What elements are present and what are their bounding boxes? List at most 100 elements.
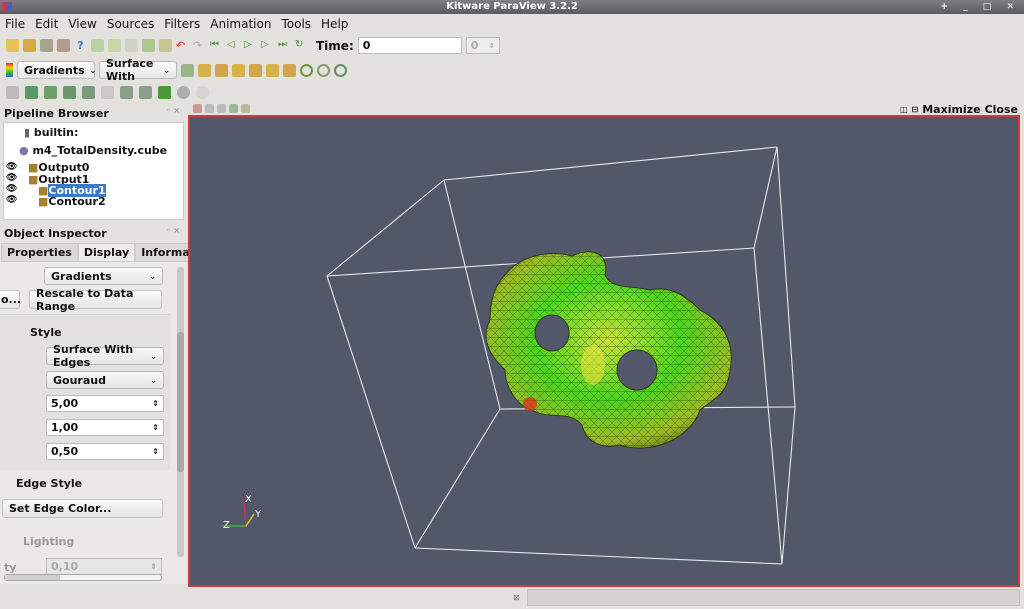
calculator-icon[interactable] — [6, 86, 19, 99]
menu-sources[interactable]: Sources — [107, 17, 154, 31]
split-horizontal-icon[interactable]: ◫ — [900, 105, 908, 114]
panel-float-close-icon[interactable]: ◦ × — [166, 226, 180, 235]
opacity-value: 0,50 — [51, 445, 79, 458]
specular-label: ty — [4, 561, 17, 574]
play-icon[interactable]: ▷ — [244, 39, 257, 52]
previous-frame-icon[interactable]: ◁ — [227, 39, 240, 52]
time-label: Time: — [316, 38, 354, 53]
vertical-scrollbar[interactable] — [177, 267, 184, 557]
select-frustum-icon[interactable] — [142, 39, 155, 52]
threshold-icon[interactable] — [82, 86, 95, 99]
rescale-button[interactable]: Rescale to Data Range — [29, 287, 162, 313]
panel-float-close-icon[interactable]: ◦ × — [166, 106, 180, 115]
abort-icon[interactable]: ⊠ — [513, 593, 520, 602]
view-y-minus-icon[interactable] — [249, 63, 262, 77]
contour-surface — [485, 251, 732, 449]
object-inspector-title: Object Inspector — [4, 227, 107, 240]
scene[interactable]: X Y Z — [190, 117, 1018, 585]
orient-icon[interactable] — [334, 63, 347, 77]
view-x-minus-icon[interactable] — [215, 63, 228, 77]
representation-select[interactable]: Surface With Edges ⌄ — [46, 343, 164, 369]
stream-tracer-icon[interactable] — [139, 86, 152, 99]
loop-icon[interactable]: ↻ — [295, 39, 308, 52]
line-width-spinbox[interactable]: 1,00 ⇕ — [46, 419, 164, 436]
display-properties-panel: Gradients ⌄ o... Rescale to Data Range St… — [0, 262, 186, 584]
color-by-select[interactable]: Gradients ⌄ — [17, 61, 96, 79]
save-icon[interactable] — [23, 39, 36, 52]
view-z-minus-icon[interactable] — [283, 63, 296, 77]
disconnect-icon[interactable] — [57, 39, 70, 52]
select-block-icon[interactable] — [159, 39, 172, 52]
server-icon: ▮ — [24, 126, 31, 139]
last-frame-icon[interactable]: ⏭ — [278, 39, 291, 52]
orientation-axes: X Y Z — [222, 494, 262, 531]
view-z-plus-icon[interactable] — [266, 63, 279, 77]
edit-color-map-button[interactable]: o... — [0, 290, 21, 309]
help-icon[interactable]: ? — [74, 39, 87, 52]
select-icon[interactable] — [108, 39, 121, 52]
group-icon[interactable] — [177, 86, 190, 99]
interpolation-value: Gouraud — [53, 373, 106, 387]
split-vertical-icon[interactable]: ⊟ — [912, 105, 919, 114]
view-icon[interactable] — [217, 104, 226, 113]
pipeline-item-builtin[interactable]: ▮ builtin: — [24, 126, 78, 139]
set-edge-color-button[interactable]: Set Edge Color... — [2, 499, 163, 518]
point-size-value: 5,00 — [51, 397, 79, 410]
time-input[interactable]: 0 — [357, 37, 462, 54]
menu-animation[interactable]: Animation — [210, 17, 271, 31]
horizontal-scrollbar[interactable] — [4, 574, 162, 581]
extract-icon[interactable] — [101, 86, 114, 99]
select-points-icon[interactable] — [125, 39, 138, 52]
tab-display[interactable]: Display — [77, 243, 136, 262]
open-icon[interactable] — [6, 39, 19, 52]
menu-edit[interactable]: Edit — [35, 17, 58, 31]
opacity-spinbox[interactable]: 0,50 ⇕ — [46, 443, 164, 460]
render-view[interactable]: X Y Z — [188, 115, 1020, 587]
color-by-select[interactable]: Gradients ⌄ — [44, 267, 163, 285]
view-icon[interactable] — [241, 104, 250, 113]
representation-value: Surface With Edges — [53, 343, 134, 369]
visibility-eyes[interactable]: 👁 👁 👁 👁 — [6, 162, 17, 206]
slice-icon[interactable] — [63, 86, 76, 99]
redo-icon[interactable]: ↷ — [193, 39, 206, 52]
scrollbar-thumb[interactable] — [5, 575, 60, 580]
connect-icon[interactable] — [40, 39, 53, 52]
point-size-spinbox[interactable]: 5,00 ⇕ — [46, 395, 164, 412]
first-frame-icon[interactable]: ⏮ — [210, 39, 223, 52]
view-icon[interactable] — [229, 104, 238, 113]
camera-icon[interactable] — [193, 104, 202, 113]
clip-icon[interactable] — [44, 86, 57, 99]
contour-icon[interactable] — [25, 86, 38, 99]
pipeline-item-contour2[interactable]: ■Contour2 — [38, 195, 106, 208]
view-icon[interactable] — [205, 104, 214, 113]
reset-center-icon[interactable] — [181, 63, 194, 77]
view-x-plus-icon[interactable] — [198, 63, 211, 77]
menu-view[interactable]: View — [68, 17, 96, 31]
menu-help[interactable]: Help — [321, 17, 348, 31]
menu-file[interactable]: File — [5, 17, 25, 31]
representation-select[interactable]: Surface With ⌄ — [99, 57, 177, 83]
pick-center-icon[interactable] — [317, 63, 330, 77]
item-label: Contour2 — [48, 195, 106, 208]
item-label: m4_TotalDensity.cube — [32, 144, 168, 157]
scrollbar-thumb[interactable] — [177, 332, 184, 472]
glyph-icon[interactable] — [120, 86, 133, 99]
interpolation-select[interactable]: Gouraud ⌄ — [46, 371, 164, 389]
menu-tools[interactable]: Tools — [281, 17, 311, 31]
window-controls[interactable]: + _ □ ✕ — [941, 0, 1021, 14]
rotation-center-icon[interactable] — [300, 63, 313, 77]
timestep-spinbox[interactable]: 0 ⇕ — [465, 37, 500, 54]
reset-camera-icon[interactable] — [91, 39, 104, 52]
tab-properties[interactable]: Properties — [1, 243, 78, 262]
warp-icon[interactable] — [158, 86, 171, 99]
pipeline-item-cube[interactable]: ● m4_TotalDensity.cube — [19, 144, 167, 157]
window-title: Kitware ParaView 3.2.2 — [446, 1, 578, 12]
app-icon — [2, 2, 12, 12]
color-legend-icon[interactable] — [6, 63, 13, 77]
menu-filters[interactable]: Filters — [164, 17, 200, 31]
specular-spinbox[interactable]: 0,10 ⇕ — [46, 558, 162, 575]
next-frame-icon[interactable]: ▷ — [261, 39, 274, 52]
view-y-plus-icon[interactable] — [232, 63, 245, 77]
extract-level-icon[interactable] — [196, 86, 209, 99]
undo-icon[interactable]: ↶ — [176, 39, 189, 52]
